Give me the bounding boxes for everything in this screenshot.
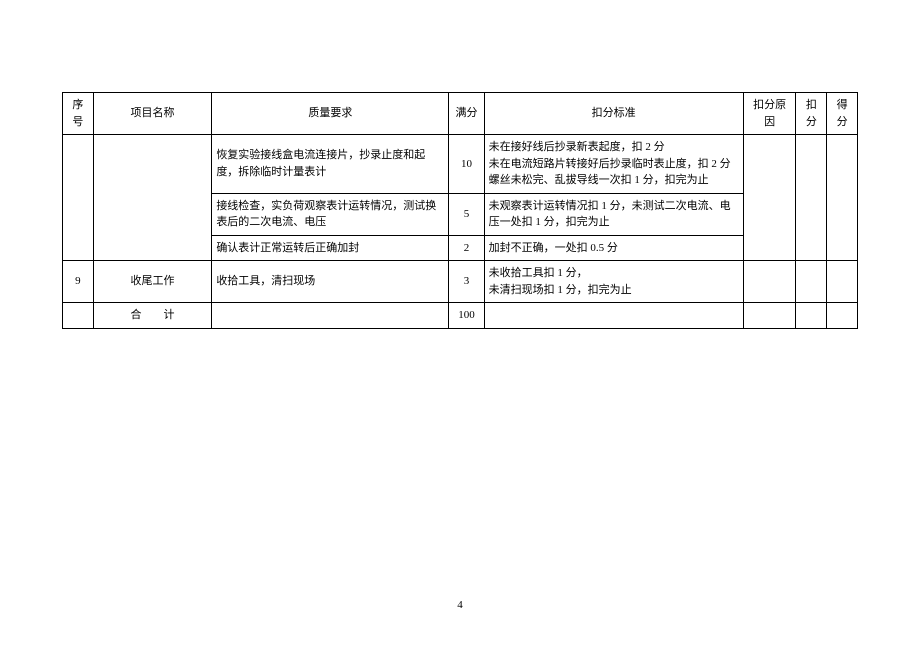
- cell-std: 未在接好线后抄录新表起度，扣 2 分未在电流短路片转接好后抄录临时表止度，扣 2…: [484, 135, 743, 194]
- cell-deduct: [796, 135, 827, 261]
- cell-req: 接线检查，实负荷观察表计运转情况，测试换表后的二次电流、电压: [212, 193, 449, 235]
- header-score: 得分: [827, 93, 858, 135]
- cell-std: [484, 303, 743, 329]
- cell-score: [827, 261, 858, 303]
- table-header: 序号 项目名称 质量要求 满分 扣分标准 扣分原因 扣分 得分: [63, 93, 858, 135]
- cell-full: 10: [449, 135, 484, 194]
- table-header-row: 序号 项目名称 质量要求 满分 扣分标准 扣分原因 扣分 得分: [63, 93, 858, 135]
- cell-score: [827, 303, 858, 329]
- table-row: 恢复实验接线盒电流连接片，抄录止度和起度，拆除临时计量表计 10 未在接好线后抄…: [63, 135, 858, 194]
- cell-std: 未收拾工具扣 1 分，未清扫现场扣 1 分，扣完为止: [484, 261, 743, 303]
- header-seq: 序号: [63, 93, 94, 135]
- cell-seq: 9: [63, 261, 94, 303]
- page-number: 4: [0, 599, 920, 611]
- cell-name: 合 计: [93, 303, 212, 329]
- cell-deduct: [796, 261, 827, 303]
- cell-seq: [63, 303, 94, 329]
- cell-std: 加封不正确，一处扣 0.5 分: [484, 235, 743, 261]
- scoring-table: 序号 项目名称 质量要求 满分 扣分标准 扣分原因 扣分 得分 恢复实验接线盒电…: [62, 92, 858, 329]
- header-name: 项目名称: [93, 93, 212, 135]
- cell-deduct: [796, 303, 827, 329]
- header-deduct: 扣分: [796, 93, 827, 135]
- cell-reason: [743, 135, 796, 261]
- header-req: 质量要求: [212, 93, 449, 135]
- header-std: 扣分标准: [484, 93, 743, 135]
- cell-req: 收拾工具，清扫现场: [212, 261, 449, 303]
- header-full: 满分: [449, 93, 484, 135]
- cell-full: 100: [449, 303, 484, 329]
- cell-req: 恢复实验接线盒电流连接片，抄录止度和起度，拆除临时计量表计: [212, 135, 449, 194]
- cell-full: 2: [449, 235, 484, 261]
- header-reason: 扣分原因: [743, 93, 796, 135]
- cell-name: 收尾工作: [93, 261, 212, 303]
- cell-seq: [63, 135, 94, 261]
- cell-full: 3: [449, 261, 484, 303]
- cell-req: 确认表计正常运转后正确加封: [212, 235, 449, 261]
- table-row: 9 收尾工作 收拾工具，清扫现场 3 未收拾工具扣 1 分，未清扫现场扣 1 分…: [63, 261, 858, 303]
- cell-name: [93, 135, 212, 261]
- cell-std: 未观察表计运转情况扣 1 分，未测试二次电流、电压一处扣 1 分，扣完为止: [484, 193, 743, 235]
- table-body: 恢复实验接线盒电流连接片，抄录止度和起度，拆除临时计量表计 10 未在接好线后抄…: [63, 135, 858, 329]
- cell-reason: [743, 261, 796, 303]
- table-row-total: 合 计 100: [63, 303, 858, 329]
- page-wrapper: 序号 项目名称 质量要求 满分 扣分标准 扣分原因 扣分 得分 恢复实验接线盒电…: [0, 0, 920, 329]
- cell-reason: [743, 303, 796, 329]
- cell-req: [212, 303, 449, 329]
- cell-full: 5: [449, 193, 484, 235]
- cell-score: [827, 135, 858, 261]
